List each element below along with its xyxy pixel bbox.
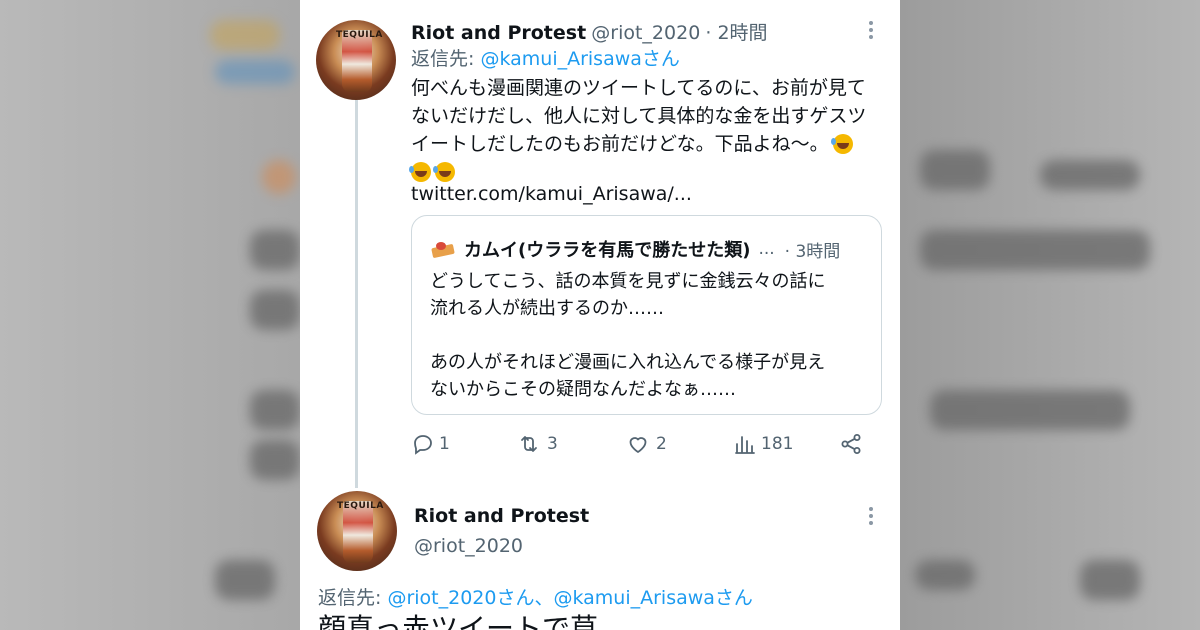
retweet-count: 3	[547, 434, 558, 454]
thread-connector-line	[355, 100, 358, 488]
quoted-text: どうしてこう、話の本質を見ずに金銭云々の話に 流れる人が続出するのか…… あの人…	[430, 268, 825, 403]
reply-count: 1	[439, 434, 450, 454]
tweet-text: 何べんも漫画関連のツイートしてるのに、お前が見て ないだけだし、他人に対して具体…	[409, 74, 867, 186]
retweet-icon	[521, 436, 537, 452]
author-handle[interactable]: @riot_2020	[414, 535, 523, 557]
laughing-emoji-icon	[409, 162, 431, 182]
tweet-text-line: ないだけだし、他人に対して具体的な金を出すゲスツ	[411, 105, 867, 127]
more-options-icon[interactable]	[868, 505, 874, 525]
avatar[interactable]: TEQUILA	[316, 20, 396, 100]
share-icon	[841, 434, 861, 454]
author-name[interactable]: Riot and Protest	[414, 505, 589, 527]
quoted-text-line: どうしてこう、話の本質を見ずに金銭云々の話に	[430, 271, 826, 292]
like-button[interactable]: 2	[626, 432, 667, 456]
tweet-text-line: イートしだしたのもお前だけどな。下品よね〜。	[411, 133, 829, 155]
tweet-link[interactable]: twitter.com/kamui_Arisawa/...	[411, 180, 692, 208]
author-handle[interactable]: @riot_2020	[591, 22, 700, 44]
tweet-header: Riot and Protest @riot_2020 · 2時間	[411, 18, 768, 45]
views-count: 181	[761, 434, 794, 454]
reply-to-link[interactable]: @kamui_Arisawaさん	[480, 48, 679, 70]
laughing-emoji-icon	[433, 162, 455, 182]
share-button[interactable]	[839, 432, 863, 456]
reply-prefix: 返信先:	[411, 48, 481, 70]
avatar[interactable]: TEQUILA	[317, 491, 397, 571]
reply-icon	[414, 435, 432, 455]
quoted-tweet[interactable]: カムイ(ウララを有馬で勝たせた類) ... · 3時間 どうしてこう、話の本質を…	[411, 215, 882, 415]
views-chart-icon	[735, 436, 755, 454]
quoted-text-line: 流れる人が続出するのか……	[430, 298, 664, 319]
avatar-label: TEQUILA	[336, 30, 383, 40]
reply-prefix: 返信先:	[318, 587, 388, 609]
like-count: 2	[656, 434, 667, 454]
reply-context: 返信先: @kamui_Arisawaさん	[411, 45, 680, 73]
quoted-avatar-icon	[431, 240, 455, 259]
quoted-time: · 3時間	[784, 241, 841, 262]
laughing-emoji-icon	[830, 134, 853, 154]
quoted-author-name: カムイ(ウララを有馬で勝たせた類)	[464, 240, 751, 261]
quoted-tweet-header: カムイ(ウララを有馬で勝たせた類) ... · 3時間	[431, 236, 841, 262]
retweet-button[interactable]: 3	[517, 432, 558, 456]
reply-to-link[interactable]: @riot_2020さん、@kamui_Arisawaさん	[387, 587, 752, 609]
heart-icon	[629, 437, 647, 453]
tweet-text-line: 何べんも漫画関連のツイートしてるのに、お前が見て	[411, 77, 866, 99]
quoted-ellipsis: ...	[758, 239, 775, 259]
tweet-time[interactable]: · 2時間	[705, 22, 767, 44]
tweet-text: 顔真っ赤ツイートで草	[318, 612, 599, 630]
reply-button[interactable]: 1	[411, 432, 450, 456]
author-name[interactable]: Riot and Protest	[411, 22, 586, 44]
quoted-text-line: ないからこその疑問なんだよなぁ……	[430, 379, 736, 400]
tweet-action-bar: 1 3 2 181	[411, 432, 871, 462]
quoted-text-line: あの人がそれほど漫画に入れ込んでる様子が見え	[430, 352, 826, 373]
views-button[interactable]: 181	[733, 432, 793, 456]
avatar-label: TEQUILA	[337, 501, 384, 511]
reply-context: 返信先: @riot_2020さん、@kamui_Arisawaさん	[318, 584, 753, 612]
more-options-icon[interactable]	[868, 19, 874, 39]
